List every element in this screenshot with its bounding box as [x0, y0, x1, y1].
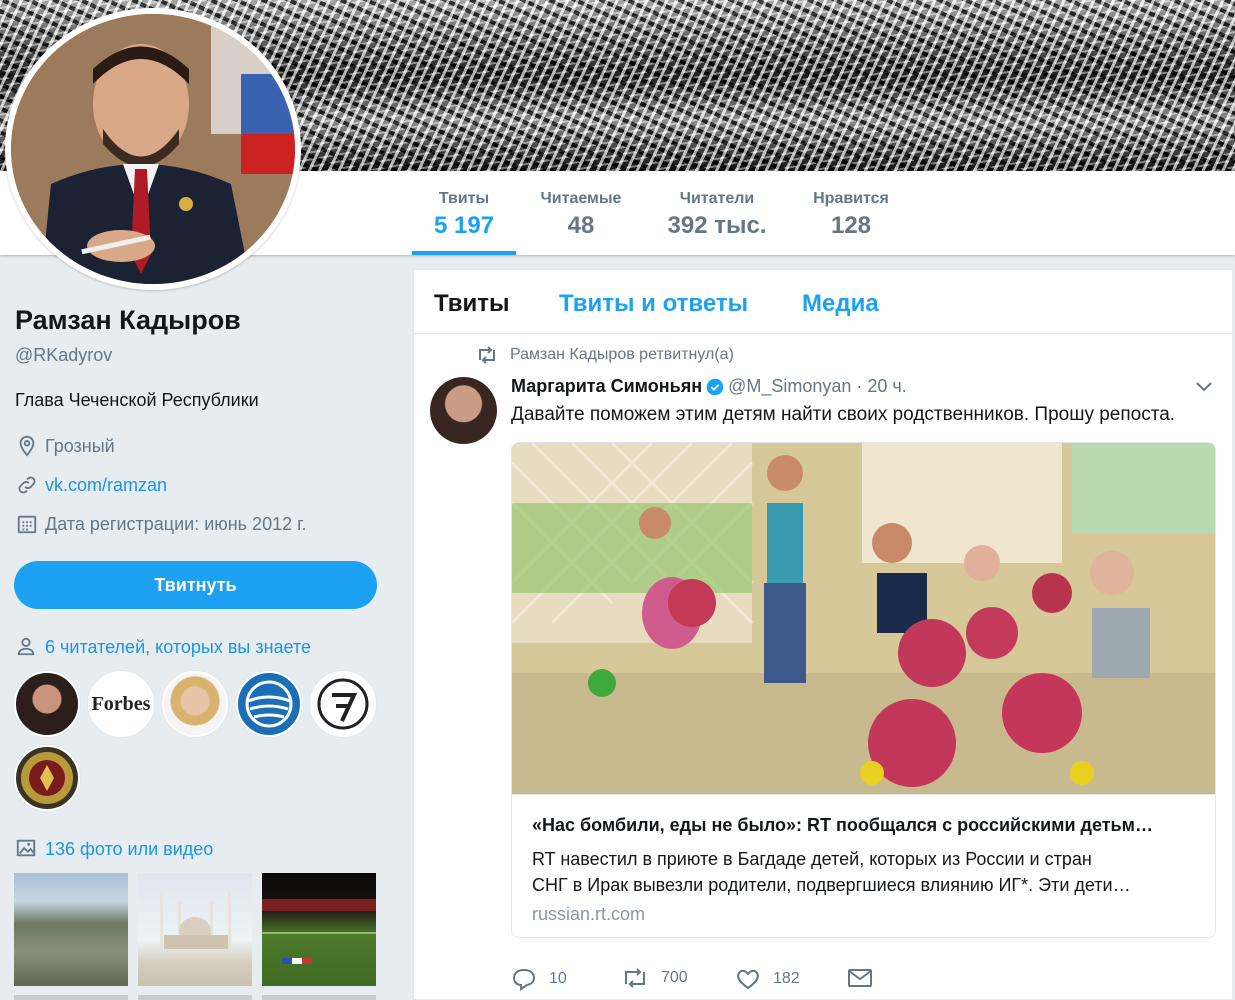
like-count: 182 [773, 970, 800, 987]
heart-icon [737, 969, 759, 990]
direct-message-button[interactable] [847, 967, 885, 989]
profile-bio: Глава Чеченской Республики [15, 390, 259, 410]
stat-likes-label: Нравится [813, 190, 889, 207]
tweet-actions: 10 700 182 [511, 967, 1216, 995]
chevron-down-icon[interactable] [1194, 376, 1214, 396]
tab-tweets[interactable]: Твиты [434, 290, 510, 318]
tweet-author-name[interactable]: Маргарита Симоньян [511, 376, 702, 397]
tweet-button[interactable]: Твитнуть [14, 561, 377, 609]
location-pin-icon [15, 434, 39, 458]
stat-followers-value: 392 тыс. [667, 212, 767, 239]
followers-you-know[interactable]: 6 читателей, которых вы знаете [15, 635, 380, 659]
like-button[interactable]: 182 [735, 967, 800, 991]
stat-followers-label: Читатели [679, 190, 755, 207]
retweet-button[interactable]: 700 [621, 967, 688, 989]
stat-following-label: Читаемые [540, 190, 622, 207]
photos-videos-link[interactable]: 136 фото или видео [15, 837, 380, 861]
emblem-icon [21, 752, 73, 804]
tweet-time[interactable]: · 20 ч. [856, 376, 906, 397]
photo-thumb-4[interactable] [14, 995, 128, 1000]
tweet-author-handle[interactable]: @M_Simonyan [728, 376, 851, 397]
photo-thumb-3[interactable] [262, 873, 376, 986]
profile-avatar[interactable] [5, 8, 301, 290]
photo-thumb-2[interactable] [138, 873, 252, 986]
profile-handle[interactable]: @RKadyrov [15, 345, 380, 366]
link-card[interactable]: «Нас бомбили, еды не было»: RT пообщался… [511, 442, 1216, 938]
website-row: vk.com/ramzan [15, 473, 380, 497]
link-icon [15, 473, 39, 497]
card-description-line-2: СНГ в Ирак вывезли родители, подвергшиес… [532, 875, 1131, 895]
retweet-icon [476, 346, 498, 364]
profile-name[interactable]: Рамзан Кадыров [15, 305, 380, 336]
tweet-header: Маргарита Симоньян @M_Simonyan · 20 ч. [511, 376, 907, 397]
follower-avatar-5[interactable] [310, 671, 376, 737]
retweet-action-icon [625, 968, 645, 988]
photo-thumb-6[interactable] [262, 995, 376, 1000]
card-url: russian.rt.com [532, 904, 646, 924]
monogram-logo-icon [317, 678, 369, 730]
joined-text: Дата регистрации: июнь 2012 г. [45, 513, 307, 534]
tab-tweets-and-replies[interactable]: Твиты и ответы [559, 290, 748, 318]
stadium-image [262, 899, 376, 964]
image-icon [15, 837, 39, 861]
card-description-line-1: RT навестил в приюте в Багдаде детей, ко… [532, 849, 1092, 869]
calendar-icon [15, 512, 39, 536]
retweet-count: 700 [661, 969, 688, 986]
timeline-tabs: Твиты Твиты и ответы Медиа [414, 270, 1232, 334]
stat-tweets-value: 5 197 [433, 212, 495, 239]
followers-you-know-label: 6 читателей, которых вы знаете [45, 636, 311, 657]
stat-tweets-label: Твиты [438, 190, 490, 207]
timeline: Твиты Твиты и ответы Медиа Рамзан Кадыро… [413, 269, 1233, 1000]
stat-following[interactable]: Читаемые 48 [530, 171, 632, 255]
location-row: Грозный [15, 434, 380, 458]
person-icon [15, 635, 39, 659]
location-text: Грозный [45, 435, 115, 456]
photos-videos-label: 136 фото или видео [45, 838, 214, 859]
photo-thumb-1[interactable] [14, 873, 128, 986]
globe-logo-icon [245, 680, 293, 728]
follower-avatar-6[interactable] [14, 745, 80, 811]
card-title: «Нас бомбили, еды не было»: RT пообщался… [532, 815, 1153, 835]
tweet-text: Давайте поможем этим детям найти своих р… [511, 404, 1176, 425]
stat-followers[interactable]: Читатели 392 тыс. [660, 171, 774, 255]
mosque-image [160, 893, 231, 949]
retweet-context-text[interactable]: Рамзан Кадыров ретвитнул(а) [510, 346, 734, 364]
website-link[interactable]: vk.com/ramzan [45, 475, 167, 496]
photo-thumb-5[interactable] [138, 995, 252, 1000]
reply-icon [512, 968, 536, 991]
reply-count: 10 [549, 970, 567, 987]
verified-badge-icon [706, 378, 724, 395]
stat-following-value: 48 [567, 212, 595, 239]
card-image [512, 443, 1215, 794]
joined-row: Дата регистрации: июнь 2012 г. [15, 512, 380, 536]
forbes-logo: Forbes [91, 692, 151, 715]
follower-avatar-3[interactable] [162, 671, 228, 737]
stat-likes[interactable]: Нравится 128 [800, 171, 902, 255]
retweet-context: Рамзан Кадыров ретвитнул(а) [476, 346, 734, 364]
tweet-author-avatar[interactable] [430, 377, 497, 444]
follower-avatar-2[interactable]: Forbes [88, 671, 154, 737]
reply-button[interactable]: 10 [511, 967, 567, 991]
stat-likes-value: 128 [830, 212, 872, 239]
card-body: «Нас бомбили, еды не было»: RT пообщался… [512, 794, 1215, 937]
envelope-icon [848, 969, 872, 987]
tab-media[interactable]: Медиа [802, 290, 879, 318]
card-description: RT навестил в приюте в Багдаде детей, ко… [532, 846, 1197, 898]
follower-avatar-1[interactable] [14, 671, 80, 737]
avatar-image [11, 14, 295, 284]
stat-tweets[interactable]: Твиты 5 197 [412, 171, 516, 255]
follower-avatar-4[interactable] [236, 671, 302, 737]
